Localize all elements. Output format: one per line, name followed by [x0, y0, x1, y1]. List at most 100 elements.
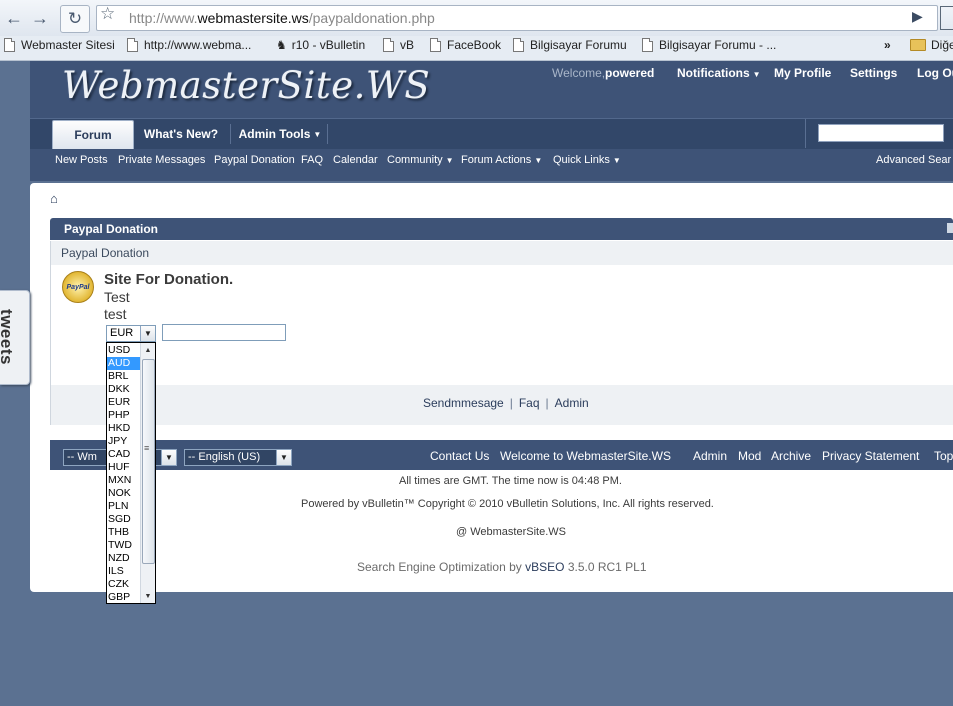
- footer-mod[interactable]: Mod: [738, 449, 761, 463]
- currency-option[interactable]: NOK: [107, 487, 140, 500]
- subnav-paypal-donation[interactable]: Paypal Donation: [214, 154, 295, 166]
- page-icon: [383, 38, 394, 52]
- subnav-forum-actions[interactable]: Forum Actions ▼: [461, 154, 542, 166]
- footer-top[interactable]: Top: [934, 449, 953, 463]
- bookmark-webmaster-sitesi[interactable]: Webmaster Sitesi: [4, 38, 115, 52]
- seo-credit: Search Engine Optimization by vBSEO 3.5.…: [357, 560, 647, 574]
- username-link[interactable]: powered: [605, 66, 654, 80]
- currency-option[interactable]: HKD: [107, 422, 140, 435]
- currency-option[interactable]: HUF: [107, 461, 140, 474]
- page-menu-icon[interactable]: [940, 6, 953, 30]
- bookmark-facebook[interactable]: FaceBook: [430, 38, 501, 52]
- amount-input[interactable]: [162, 324, 286, 341]
- go-icon[interactable]: ▶: [912, 8, 923, 25]
- footer-archive[interactable]: Archive: [771, 449, 811, 463]
- currency-option[interactable]: MXN: [107, 474, 140, 487]
- subnav-community[interactable]: Community ▼: [387, 154, 454, 166]
- chevron-down-icon[interactable]: ▼: [161, 450, 176, 465]
- bookmark-r10[interactable]: ♞ r10 - vBulletin: [276, 38, 365, 52]
- faq-link[interactable]: Faq: [519, 396, 540, 410]
- currency-option[interactable]: CZK: [107, 578, 140, 591]
- scroll-up-icon[interactable]: ▲: [141, 343, 155, 357]
- admin-link[interactable]: Admin: [555, 396, 589, 410]
- currency-dropdown-list[interactable]: USD AUD BRL DKK EUR PHP HKD JPY CAD HUF MXN NOK PLN S…: [106, 342, 156, 604]
- tab-admin-tools[interactable]: Admin Tools ▼: [233, 120, 327, 148]
- tab-whats-new[interactable]: What's New?: [136, 120, 226, 148]
- currency-option[interactable]: SGD: [107, 513, 140, 526]
- search-input[interactable]: [818, 124, 944, 142]
- bookmark-webma[interactable]: http://www.webma...: [127, 38, 251, 52]
- notifications-menu[interactable]: Notifications ▼: [677, 66, 761, 80]
- currency-option[interactable]: BRL: [107, 370, 140, 383]
- home-icon[interactable]: ⌂: [50, 191, 58, 206]
- other-bookmarks[interactable]: Diğe: [910, 38, 953, 52]
- subnav-faq[interactable]: FAQ: [301, 154, 323, 166]
- scrollbar-thumb[interactable]: [142, 359, 155, 564]
- footer-contact-us[interactable]: Contact Us: [430, 449, 489, 463]
- collapse-icon[interactable]: [947, 223, 953, 233]
- bookmark-bilgisayar-forumu-2[interactable]: Bilgisayar Forumu - ...: [642, 38, 776, 52]
- footer-privacy[interactable]: Privacy Statement: [822, 449, 919, 463]
- vbseo-link[interactable]: vBSEO: [525, 560, 564, 574]
- currency-option[interactable]: NZD: [107, 552, 140, 565]
- currency-option[interactable]: JPY: [107, 435, 140, 448]
- settings-link[interactable]: Settings: [850, 66, 897, 80]
- subnav-calendar[interactable]: Calendar: [333, 154, 378, 166]
- advanced-search-link[interactable]: Advanced Sear: [876, 154, 951, 166]
- sendmessage-link[interactable]: Sendmmesage: [423, 396, 504, 410]
- block-footer-links: Sendmmesage | Faq | Admin: [423, 396, 589, 410]
- address-url[interactable]: http://www.webmastersite.ws/paypaldonati…: [129, 10, 435, 26]
- currency-option[interactable]: THB: [107, 526, 140, 539]
- welcome-text: Welcome,: [552, 66, 606, 80]
- currency-select[interactable]: EUR ▼: [106, 325, 156, 342]
- currency-option[interactable]: PLN: [107, 500, 140, 513]
- grip-icon: ≡: [144, 443, 150, 453]
- chevron-down-icon[interactable]: ▼: [140, 326, 155, 341]
- currency-option[interactable]: CAD: [107, 448, 140, 461]
- currency-option[interactable]: GBP: [107, 591, 140, 604]
- dropdown-scrollbar[interactable]: ▲ ≡ ▼: [140, 343, 155, 603]
- bookmarks-overflow-icon[interactable]: »: [884, 38, 891, 52]
- my-profile-link[interactable]: My Profile: [774, 66, 831, 80]
- tab-forum[interactable]: Forum: [52, 120, 134, 149]
- site-logo[interactable]: WebmasterSite.WS: [62, 64, 430, 107]
- page-icon: [4, 38, 15, 52]
- bookmark-star-icon[interactable]: ☆: [100, 4, 115, 24]
- subnav-new-posts[interactable]: New Posts: [55, 154, 108, 166]
- time-text: All times are GMT. The time now is 04:48…: [399, 475, 622, 487]
- tweets-tab[interactable]: tweets: [0, 290, 30, 385]
- currency-option[interactable]: ILS: [107, 565, 140, 578]
- currency-option[interactable]: DKK: [107, 383, 140, 396]
- logout-link[interactable]: Log Ou: [917, 66, 953, 80]
- donation-title: Site For Donation.: [104, 271, 234, 288]
- donation-line-1: Test: [104, 289, 130, 305]
- block-header: [50, 218, 953, 240]
- reload-icon[interactable]: ↻: [60, 5, 90, 33]
- caret-down-icon: ▼: [445, 156, 454, 165]
- subnav-quick-links[interactable]: Quick Links ▼: [553, 154, 621, 166]
- currency-option[interactable]: AUD: [107, 357, 140, 370]
- paypal-verified-icon: PayPal: [62, 271, 94, 303]
- footer-welcome[interactable]: Welcome to WebmasterSite.WS: [500, 449, 671, 463]
- bookmark-vb[interactable]: vB: [383, 38, 414, 52]
- block-subtitle: Paypal Donation: [61, 246, 150, 260]
- scroll-down-icon[interactable]: ▼: [141, 589, 155, 603]
- language-select[interactable]: -- English (US) ▼: [184, 449, 292, 466]
- r10-icon: ♞: [276, 38, 287, 52]
- forward-icon[interactable]: →: [28, 6, 52, 30]
- powered-text: Powered by vBulletin™ Copyright © 2010 v…: [301, 498, 714, 510]
- tab-divider: [230, 124, 231, 144]
- bookmark-bilgisayar-forumu[interactable]: Bilgisayar Forumu: [513, 38, 627, 52]
- caret-down-icon: ▼: [534, 156, 543, 165]
- chevron-down-icon[interactable]: ▼: [276, 450, 291, 465]
- footer-admin[interactable]: Admin: [693, 449, 727, 463]
- currency-option[interactable]: USD: [107, 344, 140, 357]
- block-title: Paypal Donation: [64, 222, 159, 236]
- subnav-private-messages[interactable]: Private Messages: [118, 154, 205, 166]
- page-icon: [642, 38, 653, 52]
- back-icon[interactable]: ←: [2, 6, 26, 30]
- currency-option[interactable]: PHP: [107, 409, 140, 422]
- currency-option[interactable]: EUR: [107, 396, 140, 409]
- site-credit: @ WebmasterSite.WS: [456, 526, 566, 538]
- currency-option[interactable]: TWD: [107, 539, 140, 552]
